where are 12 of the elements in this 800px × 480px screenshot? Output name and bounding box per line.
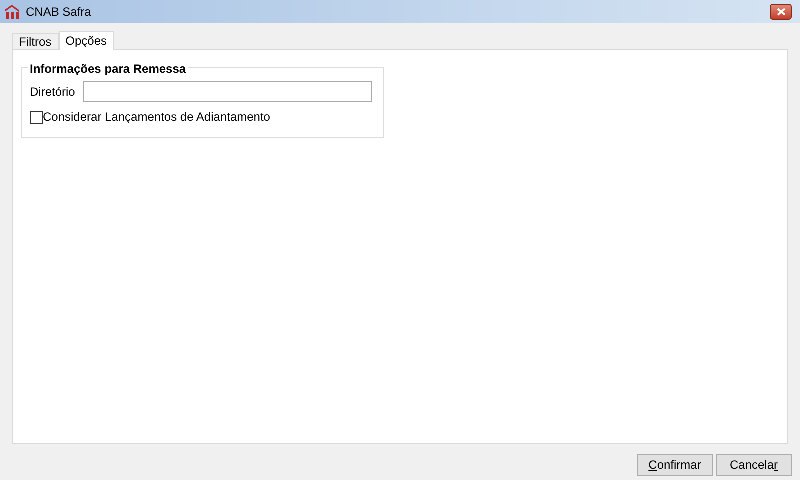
tab[interactable]: Filtros	[12, 33, 59, 49]
close-icon	[776, 8, 786, 16]
close-button[interactable]	[770, 4, 792, 20]
field-label: Diretório	[30, 84, 76, 100]
checkbox-label: Considerar Lançamentos de Adiantamento	[43, 109, 270, 126]
checkbox[interactable]	[30, 110, 43, 124]
dialog-button[interactable]: Cancelar	[716, 454, 792, 476]
logo-icon	[4, 4, 20, 20]
window-title: CNAB Safra	[26, 4, 92, 20]
tab[interactable]: Opções	[58, 31, 114, 50]
directory-field[interactable]	[83, 81, 372, 102]
dialog-button[interactable]: Confirmar	[637, 454, 713, 476]
